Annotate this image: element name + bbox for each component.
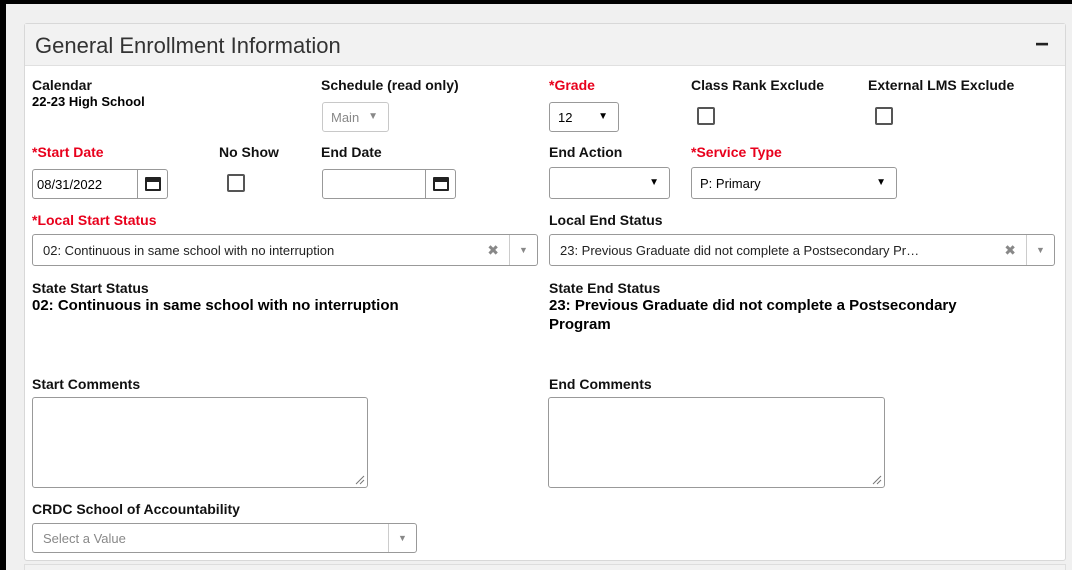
start-date-label-text: Start Date	[37, 144, 104, 160]
external-lms-exclude-checkbox[interactable]	[875, 107, 893, 125]
end-action-label: End Action	[549, 144, 623, 160]
start-comments-textarea[interactable]	[32, 397, 368, 488]
service-type-label: *Service Type	[691, 144, 782, 160]
calendar-button[interactable]	[425, 170, 455, 198]
chevron-down-icon[interactable]: ▼	[509, 235, 537, 265]
general-enrollment-panel: General Enrollment Information − Calenda…	[24, 23, 1066, 561]
crdc-placeholder: Select a Value	[43, 530, 126, 546]
panel-title: General Enrollment Information	[35, 33, 341, 58]
state-end-status-value-line1: 23: Previous Graduate did not complete a…	[549, 297, 957, 314]
state-start-status-value: 02: Continuous in same school with no in…	[32, 297, 399, 314]
resize-grip-icon[interactable]	[353, 473, 365, 485]
end-action-select[interactable]: ▼	[549, 167, 670, 199]
class-rank-exclude-checkbox[interactable]	[697, 107, 715, 125]
chevron-down-icon: ▼	[598, 111, 608, 122]
calendar-icon	[144, 177, 161, 191]
crdc-select[interactable]: Select a Value ▼	[32, 523, 417, 553]
end-comments-label: End Comments	[549, 376, 652, 392]
next-panel-header	[24, 564, 1066, 570]
schedule-select: Main ▼	[322, 102, 389, 132]
chevron-down-icon[interactable]: ▼	[1026, 235, 1054, 265]
calendar-icon	[432, 177, 449, 191]
local-start-status-label: *Local Start Status	[32, 212, 156, 228]
chevron-down-icon: ▼	[368, 111, 378, 122]
panel-header: General Enrollment Information −	[25, 24, 1065, 66]
state-start-status-label: State Start Status	[32, 280, 149, 296]
external-lms-exclude-label: External LMS Exclude	[868, 77, 1015, 93]
local-end-status-label: Local End Status	[549, 212, 663, 228]
service-type-label-text: Service Type	[696, 144, 782, 160]
crdc-label: CRDC School of Accountability	[32, 501, 240, 517]
no-show-label: No Show	[219, 144, 279, 160]
grade-select[interactable]: 12 ▼	[549, 102, 619, 132]
chevron-down-icon: ▼	[876, 177, 886, 188]
calendar-button[interactable]	[137, 170, 167, 198]
state-end-status-label: State End Status	[549, 280, 661, 296]
local-end-status-select[interactable]: 23: Previous Graduate did not complete a…	[549, 234, 1055, 266]
collapse-button[interactable]: −	[1035, 31, 1049, 59]
start-date-value: 08/31/2022	[37, 176, 103, 192]
end-date-label: End Date	[321, 144, 382, 160]
start-date-label: *Start Date	[32, 144, 104, 160]
no-show-checkbox[interactable]	[227, 174, 245, 192]
local-end-status-value: 23: Previous Graduate did not complete a…	[560, 242, 920, 258]
service-type-value: P: Primary	[700, 175, 761, 191]
service-type-select[interactable]: P: Primary ▼	[691, 167, 897, 199]
class-rank-exclude-label: Class Rank Exclude	[691, 77, 825, 93]
resize-grip-icon[interactable]	[870, 473, 882, 485]
chevron-down-icon[interactable]: ▼	[388, 524, 416, 552]
chevron-down-icon: ▼	[649, 177, 659, 188]
grade-value: 12	[558, 109, 573, 125]
start-comments-label: Start Comments	[32, 376, 141, 392]
clear-icon[interactable]: ✖	[487, 242, 499, 259]
local-start-status-label-text: Local Start Status	[37, 212, 157, 228]
end-date-input[interactable]	[322, 169, 456, 199]
state-end-status-value-line2: Program	[549, 316, 611, 333]
schedule-label: Schedule (read only)	[321, 77, 459, 93]
local-start-status-select[interactable]: 02: Continuous in same school with no in…	[32, 234, 538, 266]
start-date-input[interactable]: 08/31/2022	[32, 169, 168, 199]
grade-label-text: Grade	[554, 77, 595, 93]
calendar-label: Calendar	[32, 77, 92, 93]
window-frame: General Enrollment Information − Calenda…	[6, 4, 1072, 570]
grade-label: *Grade	[549, 77, 595, 93]
schedule-value: Main	[331, 109, 360, 125]
clear-icon[interactable]: ✖	[1004, 242, 1016, 259]
calendar-value: 22-23 High School	[32, 94, 145, 109]
end-comments-textarea[interactable]	[548, 397, 885, 488]
local-start-status-value: 02: Continuous in same school with no in…	[43, 242, 335, 258]
